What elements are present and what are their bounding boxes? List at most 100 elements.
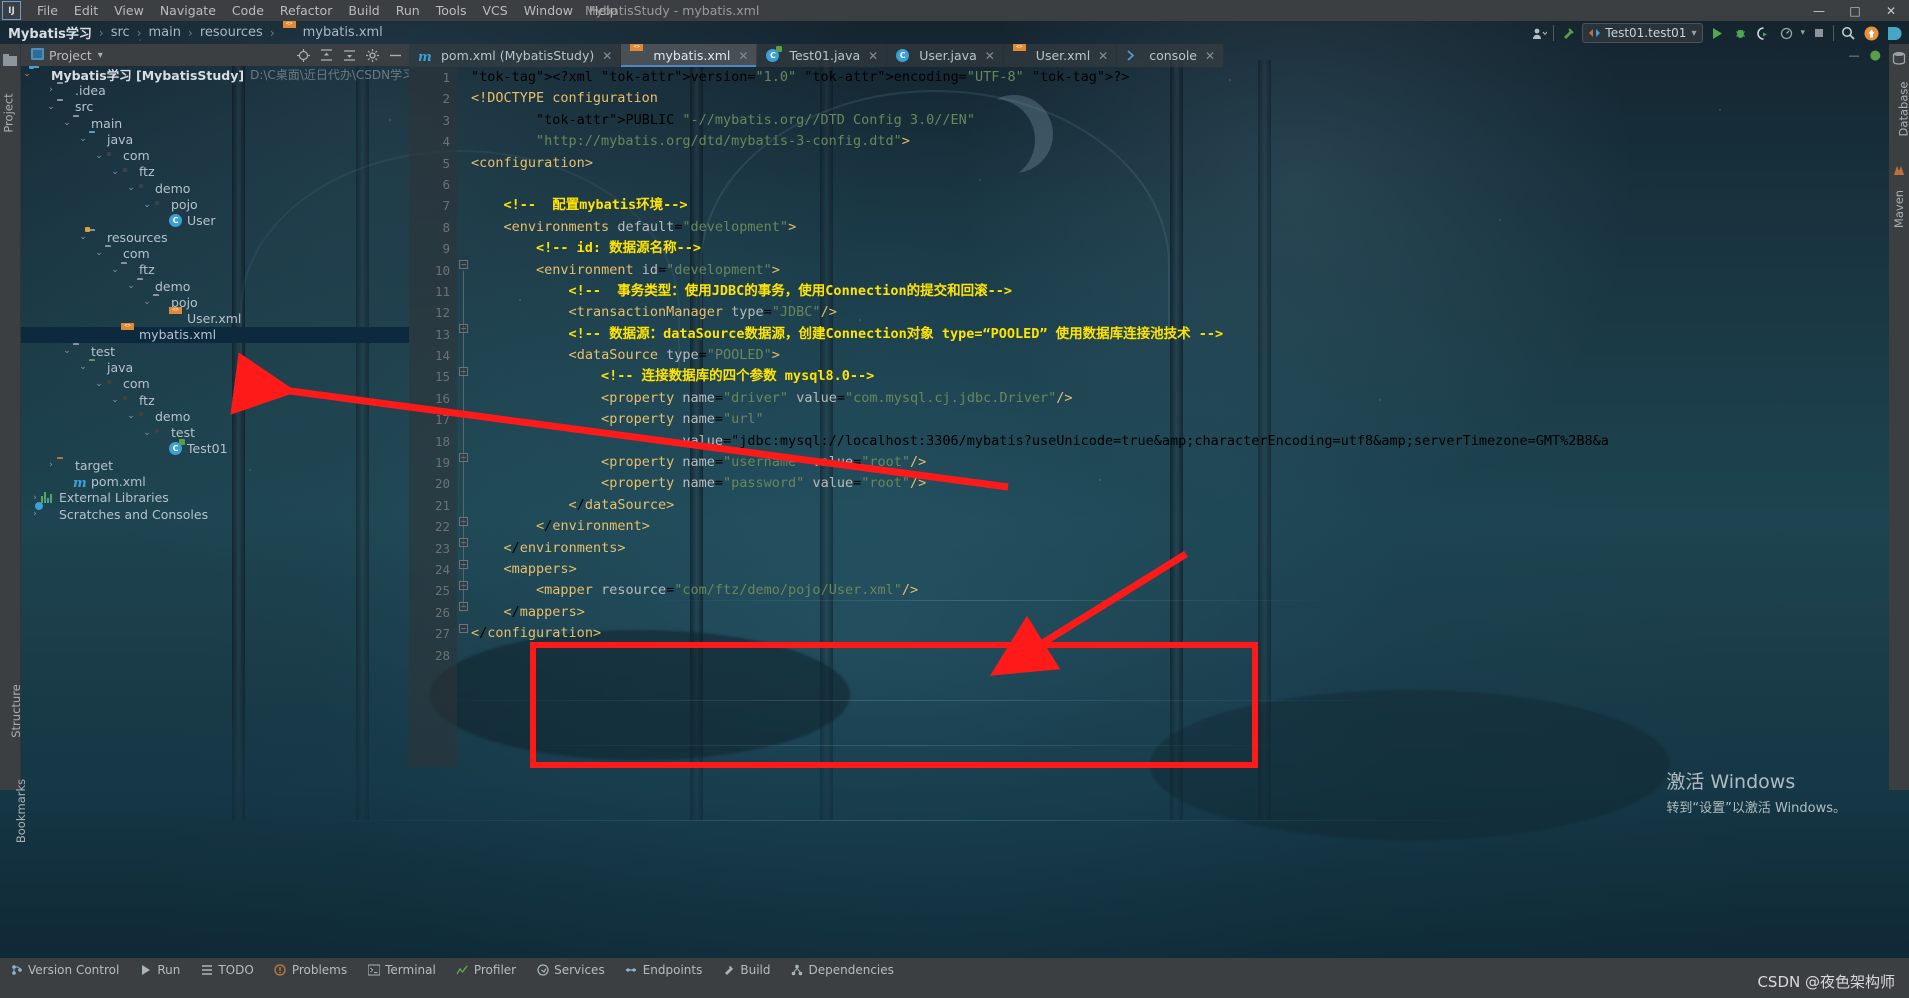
code-line-25[interactable]: <mapper resource="com/ftz/demo/pojo/User…: [471, 580, 1889, 601]
fold-toggle[interactable]: –: [459, 324, 468, 333]
code-line-28[interactable]: [471, 645, 1889, 666]
close-icon[interactable]: ✕: [1098, 49, 1108, 63]
code-line-24[interactable]: <mappers>: [471, 559, 1889, 580]
tree-node-pojo[interactable]: ⌄ pojo: [21, 294, 409, 310]
fold-toggle[interactable]: –: [459, 367, 468, 376]
tool-label-database[interactable]: Database: [1896, 82, 1909, 137]
code-line-11[interactable]: <!-- 事务类型：使用JDBC的事务，使用Connection的提交和回滚--…: [471, 281, 1889, 302]
tree-node-demo[interactable]: ⌄ demo: [21, 408, 409, 424]
code-line-9[interactable]: <!-- id: 数据源名称-->: [471, 238, 1889, 259]
chevron-down-icon[interactable]: ⌄: [109, 265, 121, 275]
fold-toggle[interactable]: –: [459, 260, 468, 269]
chevron-down-icon[interactable]: ⌄: [77, 232, 89, 242]
chevron-down-icon[interactable]: ⌄: [93, 248, 105, 258]
menu-item-tools[interactable]: Tools: [428, 1, 475, 20]
editor-tab-pom-xml-mybatisstudy[interactable]: m pom.xml (MybatisStudy) ✕: [409, 44, 622, 67]
bottom-tool-profiler[interactable]: Profiler: [446, 958, 526, 982]
chevron-down-icon[interactable]: ⌄: [125, 183, 137, 193]
tree-node-mybatis-mybatisstudy[interactable]: ⌄ Mybatis学习 [MybatisStudy] D:\C桌面\近日代办\CSD…: [21, 66, 409, 83]
chevron-down-icon[interactable]: ⌄: [109, 167, 121, 177]
tool-label-maven[interactable]: Maven: [1892, 190, 1906, 228]
bottom-tool-run[interactable]: Run: [129, 958, 190, 982]
bottom-tool-version-control[interactable]: Version Control: [0, 958, 129, 982]
fold-toggle[interactable]: –: [459, 538, 468, 547]
minimize-button[interactable]: —: [1801, 0, 1837, 21]
chevron-down-icon[interactable]: ⌄: [61, 346, 73, 356]
maven-tool-icon[interactable]: [1892, 162, 1907, 177]
menu-item-build[interactable]: Build: [340, 1, 387, 20]
code-line-22[interactable]: </environment>: [471, 516, 1889, 537]
menu-item-file[interactable]: File: [29, 1, 66, 20]
tool-label-project[interactable]: Project: [2, 93, 16, 132]
debug-button[interactable]: [1731, 24, 1749, 42]
collapse-all-icon[interactable]: [342, 48, 356, 62]
tree-node-resources[interactable]: ⌄ resources: [21, 227, 409, 245]
code-line-8[interactable]: <environments default="development">: [471, 217, 1889, 238]
chevron-down-icon[interactable]: ⌄: [141, 297, 153, 307]
code-line-7[interactable]: <!-- 配置mybatis环境-->: [471, 195, 1889, 216]
maximize-button[interactable]: □: [1837, 0, 1873, 21]
bottom-tool-build[interactable]: Build: [712, 958, 780, 982]
tree-node-user[interactable]: C User: [21, 213, 409, 229]
tree-node-java[interactable]: ⌄ java: [21, 359, 409, 375]
bottom-tool-endpoints[interactable]: Endpoints: [615, 958, 713, 982]
tree-node-ftz[interactable]: ⌄ ftz: [21, 164, 409, 180]
tree-node-demo[interactable]: ⌄ demo: [21, 180, 409, 196]
chevron-down-icon[interactable]: ⌄: [141, 428, 153, 438]
breadcrumb-item-main[interactable]: main: [147, 25, 183, 40]
hide-editor-icon[interactable]: —: [1849, 49, 1860, 62]
close-icon[interactable]: ✕: [738, 49, 748, 63]
code-line-1[interactable]: "tok-tag"><?xml "tok-attr">version="1.0"…: [471, 67, 1889, 88]
breadcrumb-item-src[interactable]: src: [109, 25, 132, 40]
chevron-down-icon[interactable]: ⌄: [21, 69, 33, 79]
project-tree[interactable]: ⌄ Mybatis学习 [MybatisStudy] D:\C桌面\近日代办\CSD…: [21, 66, 409, 790]
fold-toggle[interactable]: –: [459, 453, 468, 462]
tree-node-idea[interactable]: › .idea: [21, 82, 409, 98]
profile-button[interactable]: [1777, 24, 1795, 42]
editor-tab-test01-java[interactable]: C Test01.java ✕: [757, 44, 888, 67]
database-tool-icon[interactable]: [1892, 50, 1907, 65]
chevron-right-icon[interactable]: ›: [45, 85, 57, 95]
run-button[interactable]: [1708, 24, 1726, 42]
chevron-down-icon[interactable]: ⌄: [125, 411, 137, 421]
tree-node-external-libraries[interactable]: › External Libraries: [21, 490, 409, 506]
close-button[interactable]: ✕: [1873, 0, 1909, 21]
fold-toggle[interactable]: –: [459, 602, 468, 611]
settings-gear-icon[interactable]: [365, 48, 379, 62]
tree-node-user-xml[interactable]: User.xml: [21, 310, 409, 326]
chevron-down-icon[interactable]: ⌄: [77, 134, 89, 144]
stop-button[interactable]: [1810, 24, 1828, 42]
tree-node-ftz[interactable]: ⌄ ftz: [21, 392, 409, 408]
chevron-down-icon[interactable]: ⌄: [109, 395, 121, 405]
code-line-18[interactable]: value="jdbc:mysql://localhost:3306/mybat…: [471, 431, 1889, 452]
fold-toggle[interactable]: –: [459, 560, 468, 569]
code-folding-column[interactable]: – – – – – – – – – –: [457, 67, 471, 767]
menu-item-navigate[interactable]: Navigate: [152, 1, 224, 20]
menu-item-edit[interactable]: Edit: [66, 1, 106, 20]
code-line-15[interactable]: <!-- 连接数据库的四个参数 mysql8.0-->: [471, 366, 1889, 387]
tree-node-main[interactable]: ⌄ main: [21, 115, 409, 131]
code-line-6[interactable]: [471, 174, 1889, 195]
tree-node-src[interactable]: ⌄ src: [21, 99, 409, 115]
code-editor[interactable]: 1 2 3 4 5 6 7 8 9 10 11 12 13 14 15 16 17 18 19 20 21 22 23 24 2…: [409, 67, 1889, 767]
expand-all-icon[interactable]: [319, 48, 333, 62]
tree-node-com[interactable]: ⌄ com: [21, 376, 409, 392]
bottom-tool-problems[interactable]: Problems: [264, 958, 357, 982]
fold-toggle[interactable]: –: [459, 517, 468, 526]
update-icon[interactable]: [1862, 24, 1880, 42]
chevron-down-icon[interactable]: ⌄: [125, 281, 137, 291]
user-account-icon[interactable]: [1530, 24, 1548, 42]
code-line-3[interactable]: "tok-attr">PUBLIC "-//mybatis.org//DTD C…: [471, 110, 1889, 131]
bottom-tool-services[interactable]: Services: [526, 958, 615, 982]
tool-label-bookmarks[interactable]: Bookmarks: [14, 779, 28, 843]
close-icon[interactable]: ✕: [985, 49, 995, 63]
chevron-down-icon[interactable]: ⌄: [93, 151, 105, 161]
locate-icon[interactable]: [296, 48, 310, 62]
tree-node-com[interactable]: ⌄ com: [21, 245, 409, 261]
menu-item-code[interactable]: Code: [224, 1, 272, 20]
code-line-27[interactable]: </configuration>: [471, 623, 1889, 644]
tree-node-demo[interactable]: ⌄ demo: [21, 278, 409, 294]
bottom-tool-terminal[interactable]: Terminal: [357, 958, 446, 982]
code-line-23[interactable]: </environments>: [471, 538, 1889, 559]
tree-node-test01[interactable]: C Test01: [21, 438, 409, 457]
